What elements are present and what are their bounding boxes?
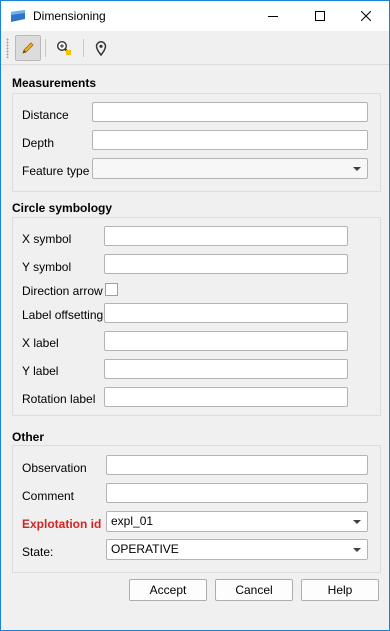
- y-label-input[interactable]: [104, 359, 348, 379]
- minimize-icon: [268, 16, 278, 17]
- pencil-icon: [22, 42, 34, 54]
- rotation-label-input[interactable]: [104, 387, 348, 407]
- y-symbol-label: Y symbol: [22, 260, 72, 274]
- title-bar: Dimensioning: [1, 1, 389, 31]
- cancel-button[interactable]: Cancel: [215, 579, 293, 601]
- edit-tool-button[interactable]: [15, 35, 41, 61]
- x-symbol-input[interactable]: [104, 226, 348, 246]
- depth-input[interactable]: [92, 130, 368, 150]
- label-offsetting-input[interactable]: [104, 303, 348, 323]
- feature-type-select[interactable]: [92, 158, 368, 179]
- explotation-id-select[interactable]: expl_01: [106, 511, 368, 532]
- direction-arrow-label: Direction arrow: [22, 284, 103, 298]
- toolbar-separator: [83, 39, 84, 57]
- locate-button[interactable]: [88, 35, 114, 61]
- x-symbol-label: X symbol: [22, 232, 72, 246]
- chevron-down-icon: [353, 167, 361, 171]
- close-button[interactable]: [343, 1, 389, 31]
- chevron-down-icon: [353, 520, 361, 524]
- explotation-id-label: Explotation id: [22, 517, 102, 531]
- chevron-down-icon: [353, 548, 361, 552]
- state-select[interactable]: OPERATIVE: [106, 539, 368, 560]
- observation-input[interactable]: [106, 455, 368, 475]
- distance-input[interactable]: [92, 102, 368, 122]
- y-symbol-input[interactable]: [104, 254, 348, 274]
- map-pin-icon: [95, 41, 107, 56]
- dimensioning-window: Dimensioning Measurements Distance Depth…: [0, 0, 390, 631]
- x-label-input[interactable]: [104, 331, 348, 351]
- other-title: Other: [12, 430, 45, 444]
- depth-label: Depth: [22, 136, 55, 150]
- help-button[interactable]: Help: [301, 579, 379, 601]
- state-value: OPERATIVE: [111, 542, 179, 556]
- accept-button[interactable]: Accept: [129, 579, 207, 601]
- close-icon: [361, 11, 371, 21]
- comment-input[interactable]: [106, 483, 368, 503]
- toolbar-separator: [45, 39, 46, 57]
- distance-label: Distance: [22, 108, 69, 122]
- rotation-label-label: Rotation label: [22, 392, 96, 406]
- window-title: Dimensioning: [33, 9, 106, 23]
- explotation-id-value: expl_01: [111, 514, 154, 528]
- zoom-to-icon: [56, 40, 71, 55]
- x-label-label: X label: [22, 336, 59, 350]
- direction-arrow-checkbox[interactable]: [105, 283, 118, 296]
- state-label: State:: [22, 545, 54, 559]
- maximize-icon: [315, 11, 325, 21]
- feature-type-label: Feature type: [22, 164, 90, 178]
- measurements-title: Measurements: [12, 76, 97, 90]
- maximize-button[interactable]: [297, 1, 343, 31]
- zoom-to-button[interactable]: [51, 35, 77, 61]
- comment-label: Comment: [22, 489, 75, 503]
- y-label-label: Y label: [22, 364, 59, 378]
- qgis-app-icon: [11, 10, 25, 22]
- toolbar-grip[interactable]: [6, 38, 9, 58]
- minimize-button[interactable]: [250, 1, 296, 31]
- circle-symbology-title: Circle symbology: [12, 201, 113, 215]
- toolbar: [1, 32, 389, 65]
- label-offsetting-label: Label offsetting: [22, 308, 104, 322]
- observation-label: Observation: [22, 461, 87, 475]
